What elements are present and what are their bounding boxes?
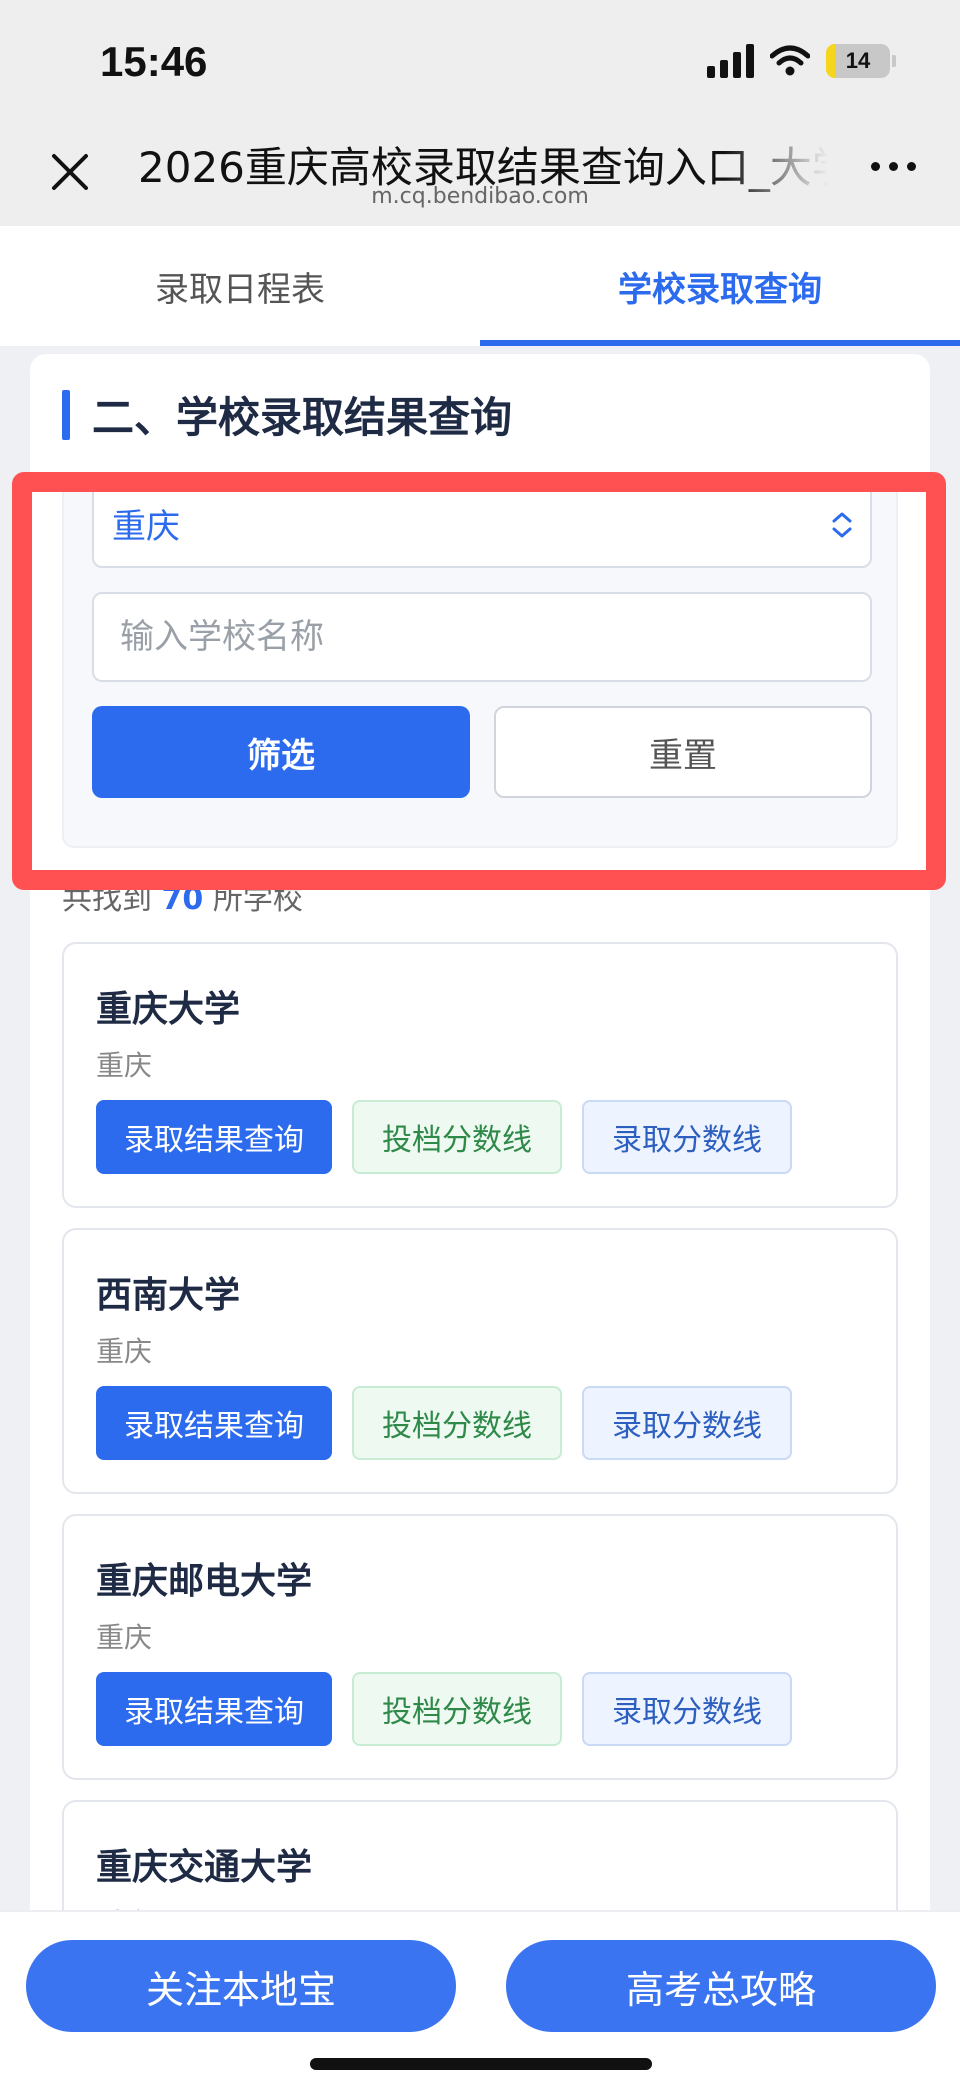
tab-schedule[interactable]: 录取日程表	[0, 226, 480, 346]
school-name: 重庆邮电大学	[96, 1561, 313, 1602]
admission-result-button[interactable]: 录取结果查询	[96, 1672, 332, 1746]
more-icon[interactable]	[871, 162, 916, 171]
bottom-bar: 关注本地宝 高考总攻略	[0, 1910, 960, 2078]
battery-icon: 14	[826, 44, 890, 78]
school-name: 重庆大学	[96, 989, 241, 1030]
school-card: 西南大学 重庆 录取结果查询 投档分数线 录取分数线	[62, 1228, 898, 1494]
school-card: 重庆邮电大学 重庆 录取结果查询 投档分数线 录取分数线	[62, 1514, 898, 1780]
guide-button[interactable]: 高考总攻略	[506, 1940, 936, 2032]
status-time: 15:46	[100, 38, 208, 85]
school-name: 西南大学	[96, 1275, 241, 1316]
section-title: 二、学校录取结果查询	[62, 384, 512, 445]
highlight-box	[12, 472, 946, 890]
signal-icon	[707, 44, 754, 78]
page-url: m.cq.bendibao.com	[371, 184, 589, 209]
school-city: 重庆	[96, 1049, 153, 1082]
school-card: 重庆大学 重庆 录取结果查询 投档分数线 录取分数线	[62, 942, 898, 1208]
school-actions: 录取结果查询 投档分数线 录取分数线	[96, 1386, 792, 1460]
school-actions: 录取结果查询 投档分数线 录取分数线	[96, 1100, 792, 1174]
filing-score-button[interactable]: 投档分数线	[352, 1386, 562, 1460]
school-actions: 录取结果查询 投档分数线 录取分数线	[96, 1672, 792, 1746]
follow-button[interactable]: 关注本地宝	[26, 1940, 456, 2032]
filing-score-button[interactable]: 投档分数线	[352, 1672, 562, 1746]
nav-bar: 2026重庆高校录取结果查询入口_大学录取结果查询 m.cq.bendibao.…	[0, 120, 960, 226]
admission-score-button[interactable]: 录取分数线	[582, 1100, 792, 1174]
status-bar: 15:46 14	[0, 0, 960, 120]
admission-result-button[interactable]: 录取结果查询	[96, 1386, 332, 1460]
tab-bar: 录取日程表 学校录取查询	[0, 226, 960, 346]
school-city: 重庆	[96, 1621, 153, 1654]
home-indicator	[310, 2058, 652, 2070]
school-city: 重庆	[96, 1335, 153, 1368]
admission-result-button[interactable]: 录取结果查询	[96, 1100, 332, 1174]
battery-level: 14	[845, 48, 871, 73]
filing-score-button[interactable]: 投档分数线	[352, 1100, 562, 1174]
admission-score-button[interactable]: 录取分数线	[582, 1672, 792, 1746]
admission-score-button[interactable]: 录取分数线	[582, 1386, 792, 1460]
battery-tip	[892, 55, 896, 67]
battery-fill	[826, 44, 835, 78]
school-name: 重庆交通大学	[96, 1847, 313, 1888]
status-icons: 14	[707, 44, 896, 78]
tab-school-query[interactable]: 学校录取查询	[480, 226, 960, 346]
wifi-icon	[770, 45, 810, 76]
